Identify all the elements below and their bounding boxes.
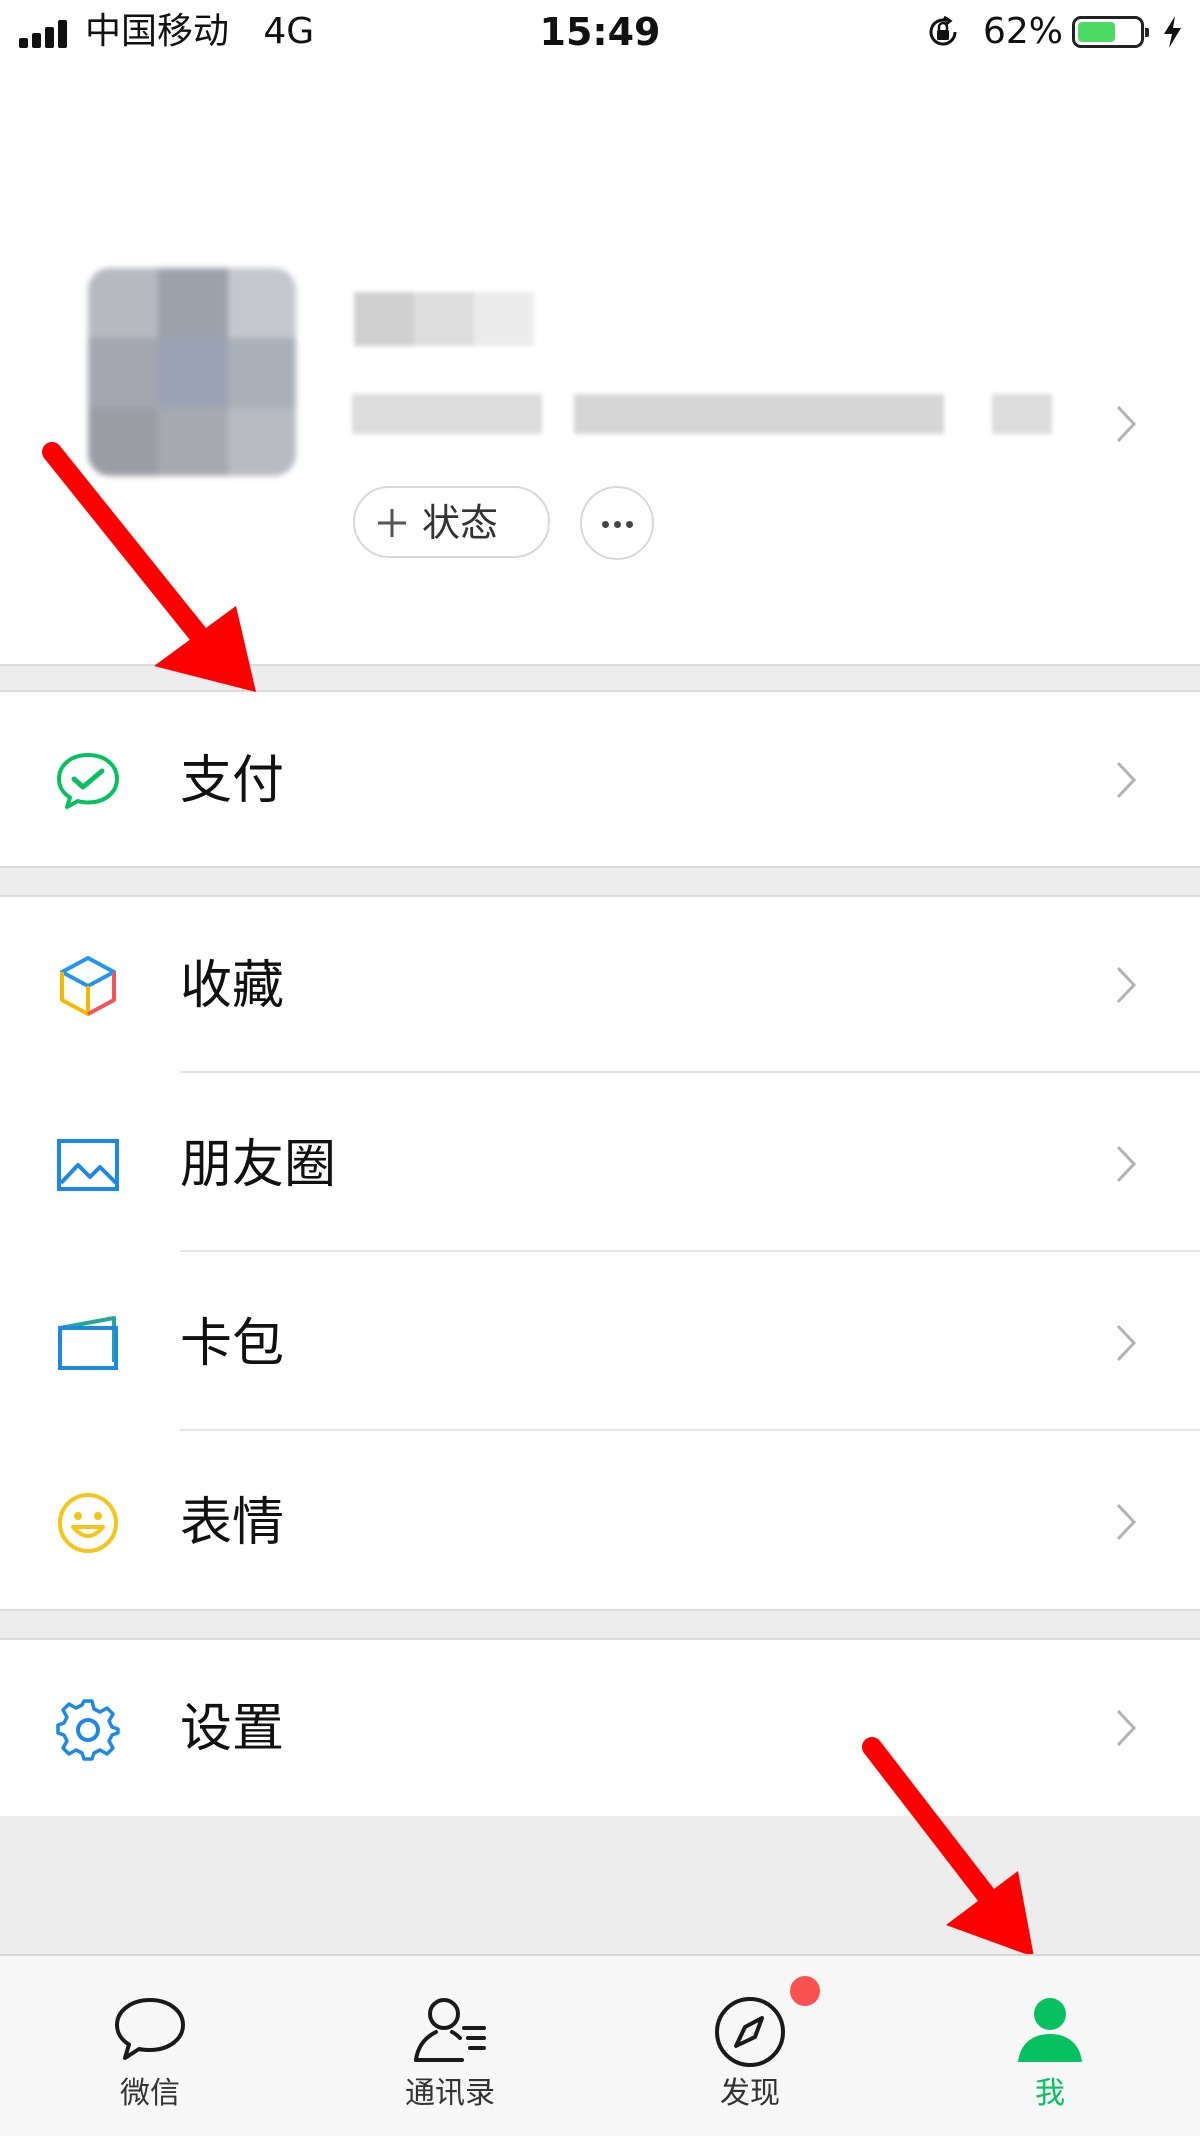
contacts-icon xyxy=(414,1998,486,2062)
menu-item-stickers[interactable]: 表情 xyxy=(0,1432,1200,1610)
menu-label-settings: 设置 xyxy=(180,1699,285,1759)
profile-nickname xyxy=(354,292,534,346)
annotation-arrow-pay xyxy=(42,442,256,692)
menu-label-pay: 支付 xyxy=(180,751,285,811)
chevron-right-icon xyxy=(1116,405,1137,443)
menu-label-stickers: 表情 xyxy=(180,1493,285,1553)
notification-badge-dot xyxy=(790,1976,820,2006)
add-status-label: 状态 xyxy=(422,501,499,545)
battery-icon xyxy=(1072,16,1149,48)
moments-photo-icon xyxy=(57,1139,119,1191)
menu-item-pay[interactable]: 支付 xyxy=(0,690,1200,868)
tab-me[interactable]: 我 xyxy=(900,1956,1200,2136)
tab-label-me: 我 xyxy=(1035,2076,1065,2111)
menu-label-card-wallet: 卡包 xyxy=(180,1314,285,1374)
tab-contacts[interactable]: 通讯录 xyxy=(300,1956,600,2136)
tab-chats[interactable]: 微信 xyxy=(0,1956,300,2136)
chat-bubble-icon xyxy=(115,1998,185,2060)
battery-fill xyxy=(1078,22,1116,42)
wechat-pay-icon xyxy=(57,753,119,809)
tab-label-discover: 发现 xyxy=(720,2076,780,2111)
menu-label-favorites: 收藏 xyxy=(180,956,285,1016)
menu-item-moments[interactable]: 朋友圈 xyxy=(0,1074,1200,1252)
card-wallet-icon xyxy=(58,1316,118,1370)
add-status-button[interactable]: 状态 xyxy=(353,486,550,558)
menu-group-main: 收藏 朋友圈 卡包 表情 xyxy=(0,895,1200,1611)
plus-icon xyxy=(378,509,406,537)
chevron-right-icon xyxy=(1116,1709,1137,1747)
smiley-icon xyxy=(58,1493,118,1553)
menu-item-card-wallet[interactable]: 卡包 xyxy=(0,1253,1200,1431)
chevron-right-icon xyxy=(1116,1145,1137,1183)
battery-percent: 62% xyxy=(983,11,1064,52)
chevron-right-icon xyxy=(1116,966,1137,1004)
charging-bolt-icon xyxy=(1164,16,1181,48)
annotation-arrow-me-tab xyxy=(862,1737,1034,1957)
status-bar: 中国移动 4G 15:49 62% xyxy=(0,0,1200,64)
chevron-right-icon xyxy=(1116,761,1137,799)
tab-label-chats: 微信 xyxy=(120,2076,180,2111)
compass-icon xyxy=(715,1997,785,2067)
menu-group-pay: 支付 xyxy=(0,690,1200,868)
favorites-cube-icon xyxy=(60,956,116,1016)
person-icon xyxy=(1018,1998,1082,2062)
gear-icon xyxy=(56,1699,120,1761)
wechat-id xyxy=(352,394,1052,434)
menu-label-moments: 朋友圈 xyxy=(180,1135,337,1195)
tab-label-contacts: 通讯录 xyxy=(405,2076,495,2111)
chevron-right-icon xyxy=(1116,1324,1137,1362)
chevron-right-icon xyxy=(1116,1503,1137,1541)
tab-bar: 微信 通讯录 发现 我 xyxy=(0,1954,1200,2136)
tab-discover[interactable]: 发现 xyxy=(600,1956,900,2136)
menu-item-favorites[interactable]: 收藏 xyxy=(0,895,1200,1073)
more-button[interactable] xyxy=(580,486,654,560)
orientation-lock-icon xyxy=(929,15,957,46)
